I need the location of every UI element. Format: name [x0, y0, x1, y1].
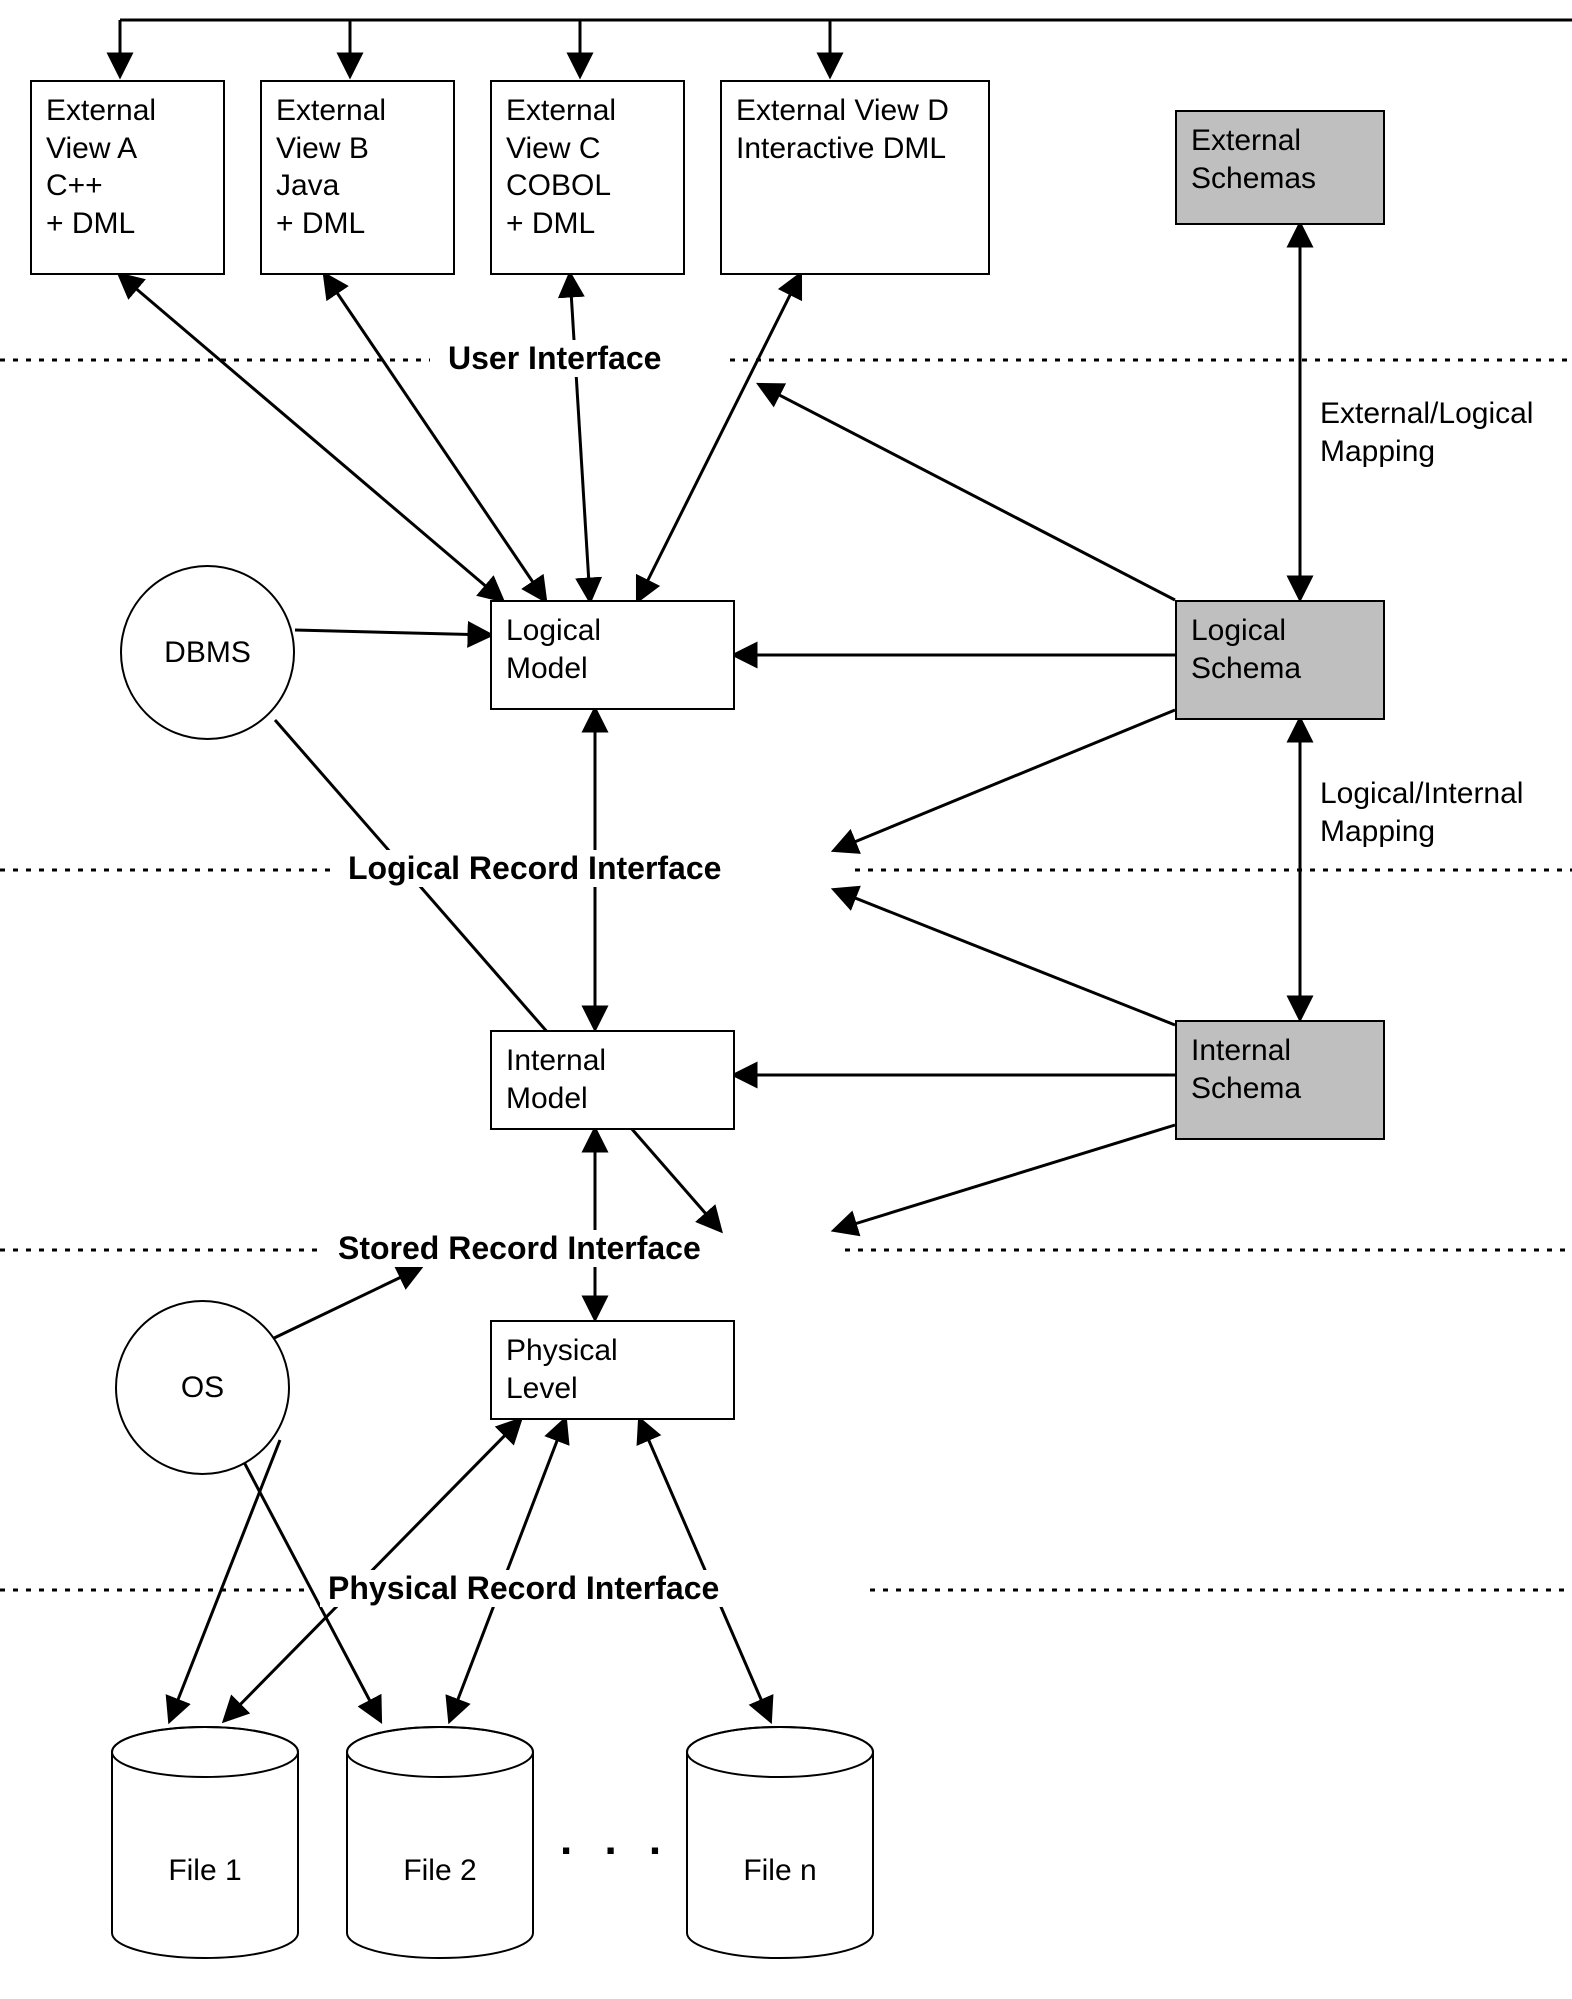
logical-model-box: Logical Model: [490, 600, 735, 710]
os-circle: OS: [115, 1300, 290, 1475]
file-2-label: File 2: [345, 1854, 535, 1888]
external-view-c: External View C COBOL + DML: [490, 80, 685, 275]
dbms-circle: DBMS: [120, 565, 295, 740]
logical-record-interface-label: Logical Record Interface: [340, 850, 729, 887]
files-ellipsis: . . .: [560, 1815, 671, 1865]
external-logical-mapping-label: External/Logical Mapping: [1320, 395, 1533, 470]
physical-record-interface-label: Physical Record Interface: [320, 1570, 727, 1607]
stored-record-interface-label: Stored Record Interface: [330, 1230, 709, 1267]
user-interface-label: User Interface: [440, 340, 669, 377]
external-schemas-box: External Schemas: [1175, 110, 1385, 225]
logical-schema-box: Logical Schema: [1175, 600, 1385, 720]
file-n-label: File n: [685, 1854, 875, 1888]
external-view-a: External View A C++ + DML: [30, 80, 225, 275]
file-1-label: File 1: [110, 1854, 300, 1888]
dbms-label: DBMS: [164, 636, 251, 670]
logical-internal-mapping-label: Logical/Internal Mapping: [1320, 775, 1523, 850]
internal-schema-box: Internal Schema: [1175, 1020, 1385, 1140]
file-1-cylinder: File 1: [110, 1725, 300, 1960]
internal-model-box: Internal Model: [490, 1030, 735, 1130]
physical-level-box: Physical Level: [490, 1320, 735, 1420]
file-n-cylinder: File n: [685, 1725, 875, 1960]
file-2-cylinder: File 2: [345, 1725, 535, 1960]
external-view-d: External View D Interactive DML: [720, 80, 990, 275]
os-label: OS: [181, 1371, 224, 1405]
external-view-b: External View B Java + DML: [260, 80, 455, 275]
